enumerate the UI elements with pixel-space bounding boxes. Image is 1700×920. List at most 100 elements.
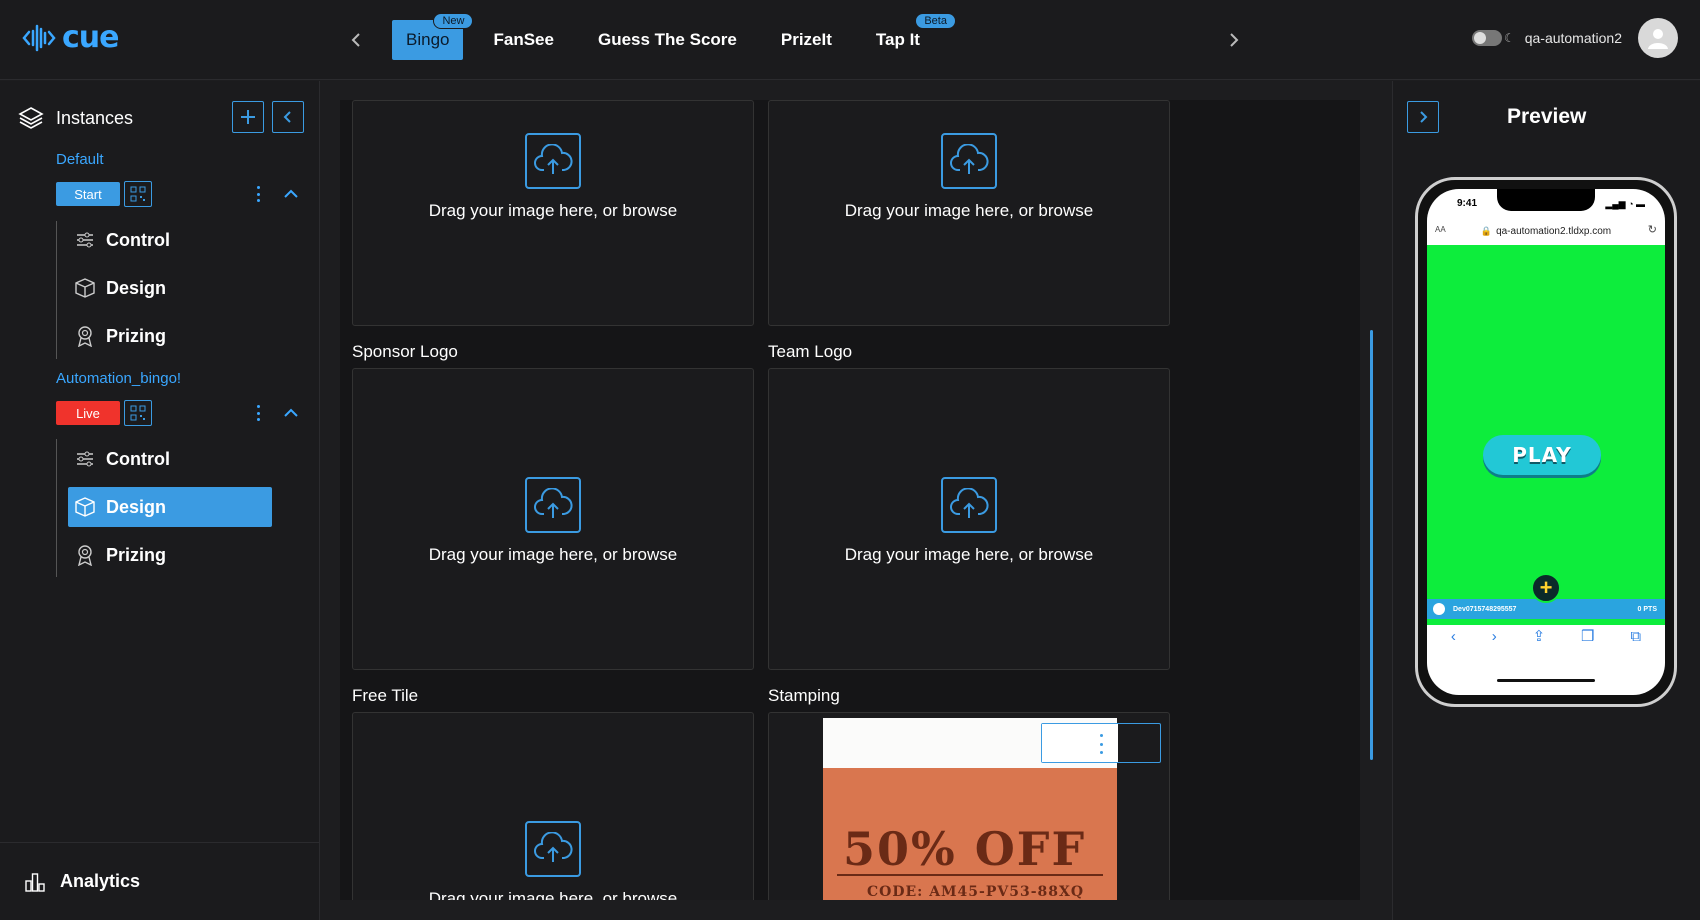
tab-guess-the-score[interactable]: Guess The Score (584, 20, 751, 60)
upload-dropzone[interactable]: Drag your image here, or browse (353, 477, 753, 565)
share-icon: ⇪ (1532, 628, 1546, 645)
layers-icon (18, 107, 44, 129)
sidebar: Instances Default Start Control Design P… (0, 81, 320, 920)
cue-logo-icon (22, 24, 56, 51)
add-instance-button[interactable] (232, 101, 264, 133)
preview-title: Preview (1507, 105, 1587, 128)
tile-label-stamping: Stamping (768, 686, 840, 705)
upload-text: Drag your image here, or browse (428, 889, 678, 900)
image-options-button[interactable] (1041, 723, 1161, 763)
tabs-next-button[interactable] (1222, 26, 1246, 54)
menu-label: Prizing (106, 325, 167, 346)
avatar[interactable] (1638, 18, 1678, 58)
start-button[interactable]: Start (56, 182, 120, 206)
menu-prizing[interactable]: Prizing (68, 316, 272, 356)
qr-code-icon (130, 405, 146, 421)
tab-label: PrizeIt (780, 30, 832, 49)
stamping-tile[interactable]: 50% OFF CODE: AM45-PV53-88XQ (768, 712, 1170, 900)
upload-dropzone[interactable]: Drag your image here, or browse (353, 133, 753, 221)
phone-screen: 9:41 ▂▄▆ ◔ ▬ AA 🔒 qa-automation2.tldxp.c… (1427, 189, 1665, 695)
url-text: qa-automation2.tldxp.com (1496, 225, 1612, 237)
menu-design[interactable]: Design (68, 268, 272, 308)
top-bar: cue Bingo New FanSee Guess The Score Pri… (0, 0, 1700, 80)
collapse-sidebar-button[interactable] (272, 101, 304, 133)
design-canvas: Drag your image here, or browse Drag you… (340, 100, 1360, 900)
scrollbar[interactable] (1370, 330, 1373, 760)
cube-icon (74, 496, 96, 518)
upload-cloud-icon (525, 477, 581, 533)
menu-label: Control (106, 448, 170, 469)
instance-menu-button[interactable] (252, 183, 264, 205)
cube-icon (74, 277, 96, 299)
award-icon (74, 325, 96, 347)
tab-label: Tap It (875, 30, 920, 49)
instance-name[interactable]: Default (56, 151, 104, 168)
qr-code-button[interactable] (124, 181, 152, 207)
user-area: ☾ qa-automation2 (1471, 18, 1678, 58)
preview-panel: Preview 9:41 ▂▄▆ ◔ ▬ AA 🔒 qa-automation2… (1392, 81, 1700, 920)
analytics-link[interactable]: Analytics (0, 842, 320, 920)
bar-chart-icon (25, 872, 45, 892)
forward-icon: › (1491, 627, 1497, 645)
upload-dropzone[interactable]: Drag your image here, or browse (769, 133, 1169, 221)
game-area: PLAY (1427, 245, 1665, 625)
game-tabs: Bingo New FanSee Guess The Score PrizeIt… (392, 13, 956, 60)
beta-badge: Beta (915, 13, 956, 29)
analytics-label: Analytics (60, 871, 141, 891)
player-id: Dev0715748295557 (1453, 605, 1517, 613)
tab-prizeit[interactable]: PrizeIt (767, 20, 846, 60)
upload-dropzone[interactable]: Drag your image here, or browse (353, 821, 753, 900)
sponsor-logo-tile[interactable]: Drag your image here, or browse (352, 368, 754, 670)
live-badge[interactable]: Live (56, 401, 120, 425)
logo[interactable]: cue (22, 20, 119, 55)
upload-cloud-icon (941, 477, 997, 533)
chevron-right-icon (1420, 111, 1428, 123)
menu-design[interactable]: Design (68, 487, 272, 527)
chevron-up-icon[interactable] (282, 185, 300, 203)
phone-frame: 9:41 ▂▄▆ ◔ ▬ AA 🔒 qa-automation2.tldxp.c… (1415, 177, 1677, 707)
team-logo-tile[interactable]: Drag your image here, or browse (768, 368, 1170, 670)
image-upload-tile[interactable]: Drag your image here, or browse (768, 100, 1170, 326)
menu-control[interactable]: Control (68, 439, 272, 479)
safari-toolbar: ‹ › ⇪ ❒ ⧉ (1427, 621, 1665, 651)
free-tile-tile[interactable]: Drag your image here, or browse (352, 712, 754, 900)
tab-label: Bingo (406, 30, 450, 49)
bookmarks-icon: ❒ (1581, 628, 1595, 645)
sliders-icon (74, 448, 96, 470)
user-icon (1648, 29, 1668, 49)
username: qa-automation2 (1524, 30, 1622, 46)
upload-cloud-icon (525, 821, 581, 877)
tab-tap-it[interactable]: Tap It Beta (862, 13, 956, 60)
stamp-headline: 50% OFF (843, 822, 1087, 876)
tree-line (56, 439, 57, 577)
status-time: 9:41 (1457, 198, 1478, 209)
plus-fab-button[interactable]: + (1531, 573, 1561, 603)
sliders-icon (74, 229, 96, 251)
tile-label-team-logo: Team Logo (768, 342, 853, 361)
tab-label: Guess The Score (597, 30, 737, 49)
instance-menu-button[interactable] (252, 402, 264, 424)
tabs-icon: ⧉ (1630, 627, 1642, 645)
qr-code-button[interactable] (124, 400, 152, 426)
reload-icon: ↻ (1647, 224, 1657, 236)
tab-bingo[interactable]: Bingo New (392, 13, 474, 60)
instances-header: Instances (18, 105, 133, 131)
tab-fansee[interactable]: FanSee (479, 20, 567, 60)
collapse-preview-button[interactable] (1407, 101, 1439, 133)
upload-dropzone[interactable]: Drag your image here, or browse (769, 477, 1169, 565)
image-upload-tile[interactable]: Drag your image here, or browse (352, 100, 754, 326)
menu-label: Design (106, 277, 167, 298)
upload-text: Drag your image here, or browse (844, 201, 1094, 220)
play-button[interactable]: PLAY (1483, 435, 1601, 475)
back-icon: ‹ (1450, 627, 1456, 645)
menu-control[interactable]: Control (68, 220, 272, 260)
theme-toggle[interactable] (1471, 30, 1502, 46)
chevron-left-icon (351, 33, 360, 47)
lock-icon: 🔒 (1480, 225, 1493, 236)
tabs-prev-button[interactable] (344, 26, 368, 54)
instance-name[interactable]: Automation_bingo! (56, 370, 181, 387)
menu-prizing[interactable]: Prizing (68, 535, 272, 575)
chevron-up-icon[interactable] (282, 404, 300, 422)
chevron-right-icon (1230, 33, 1239, 47)
upload-cloud-icon (941, 133, 997, 189)
